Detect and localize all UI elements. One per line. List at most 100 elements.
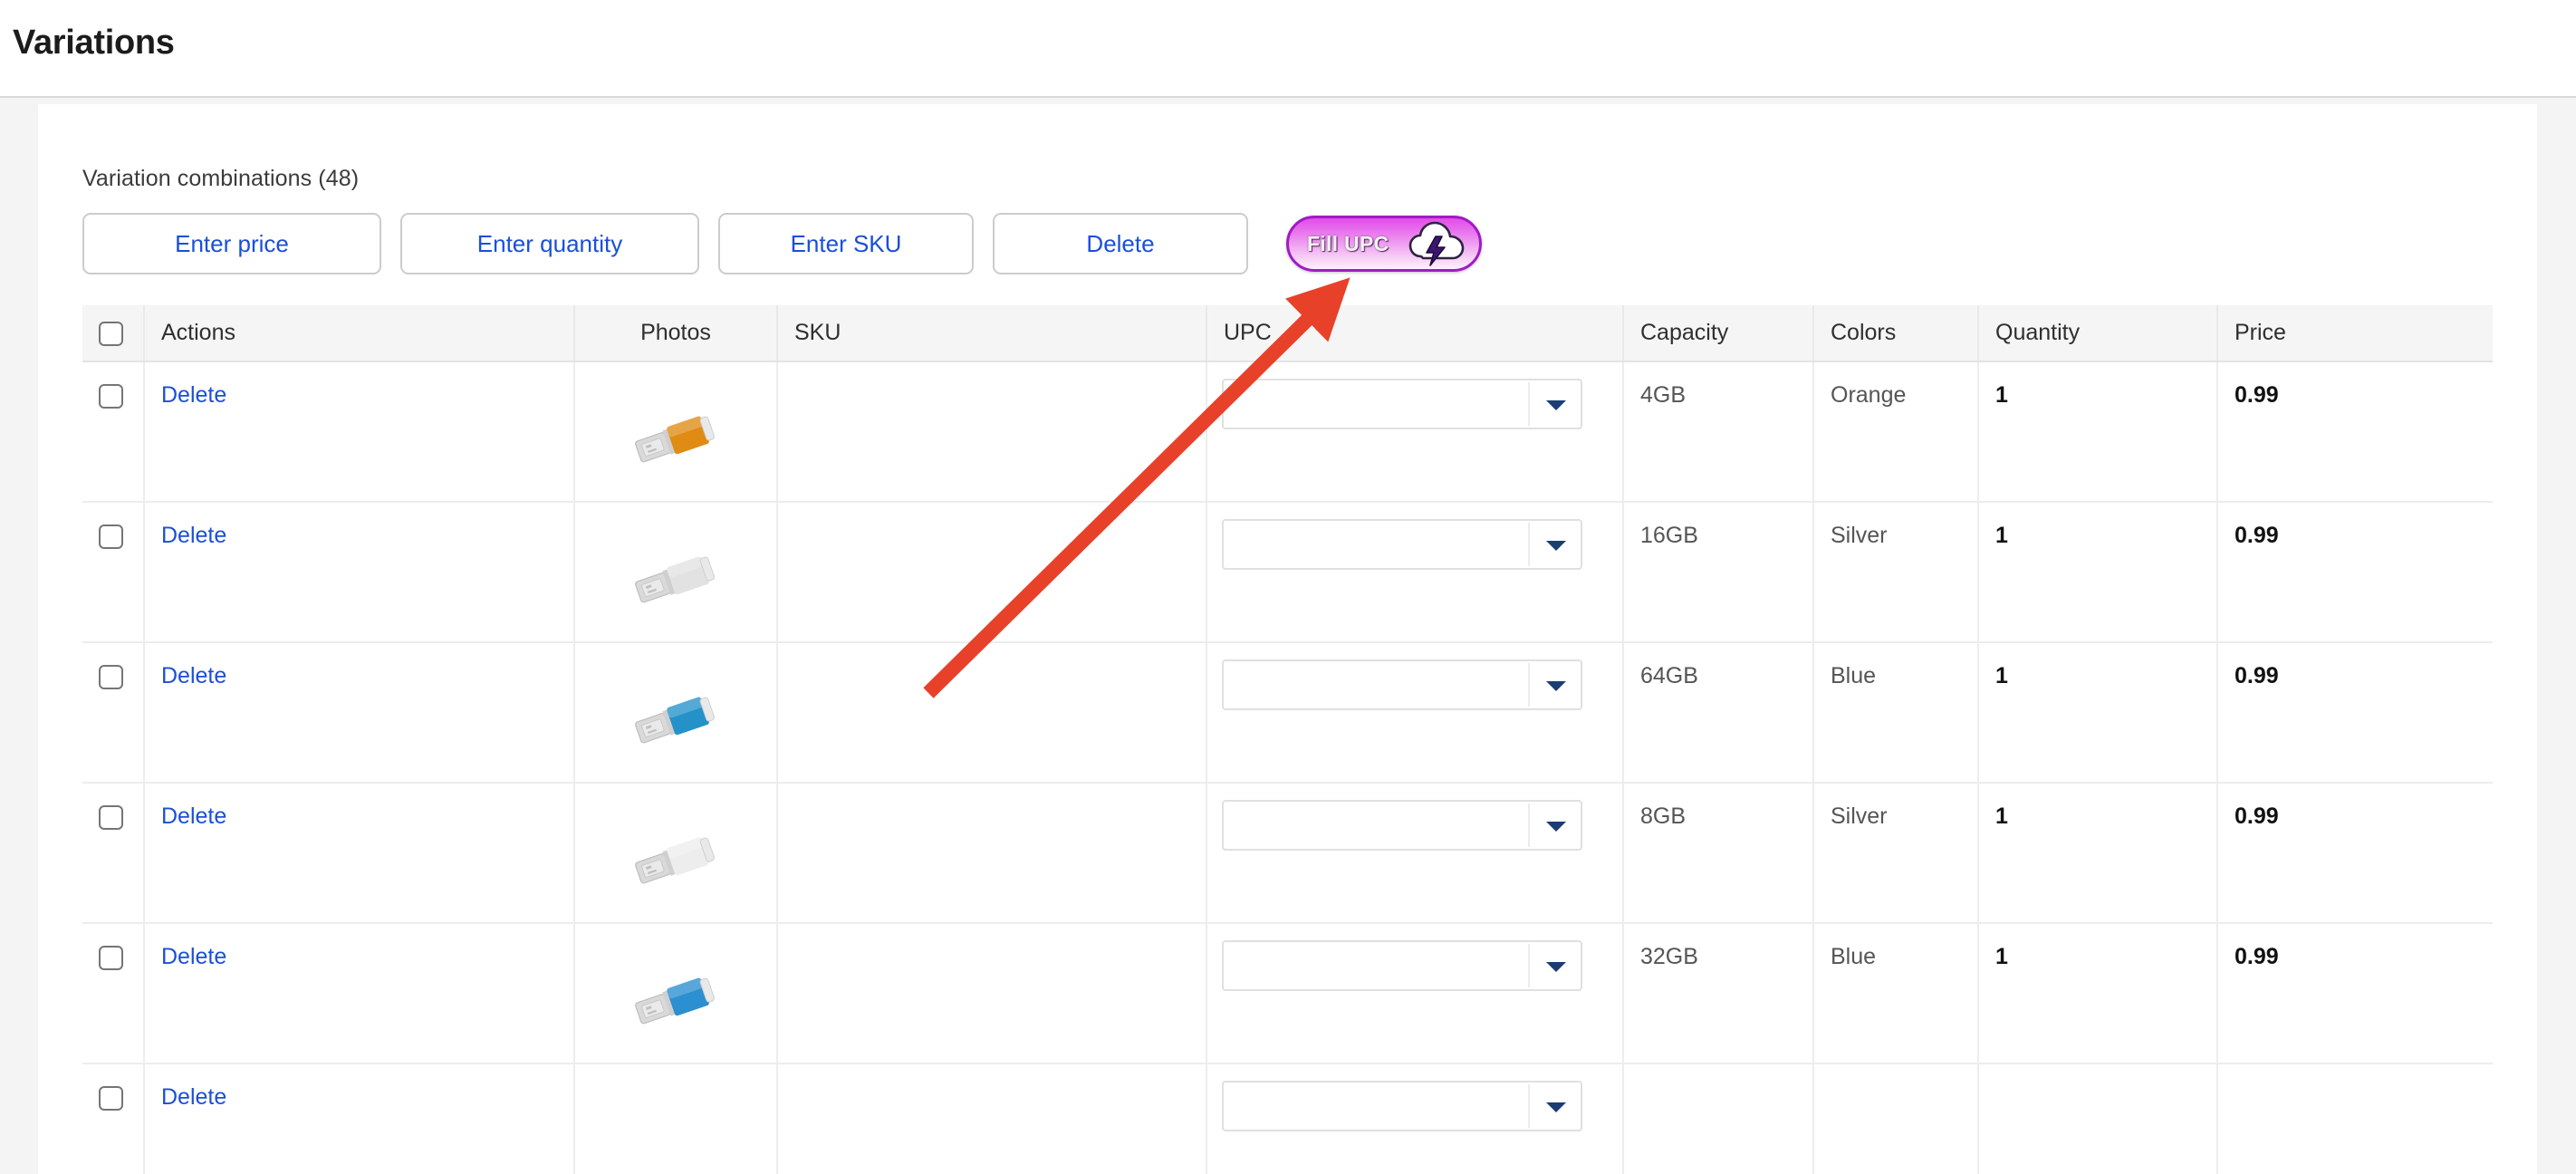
row-photo-cell — [574, 642, 778, 784]
row-price-cell: 0.99 — [2217, 361, 2493, 503]
row-actions-cell: Delete — [144, 783, 575, 924]
row-actions-cell: Delete — [144, 502, 575, 643]
row-photo-cell — [574, 502, 778, 643]
row-actions-cell: Delete — [144, 1063, 575, 1174]
table-row: Delete — [82, 1063, 2493, 1174]
row-select-cell — [82, 923, 145, 1064]
delete-button[interactable]: Delete — [993, 213, 1248, 274]
row-delete-link[interactable]: Delete — [161, 382, 226, 408]
column-header-upc: UPC — [1206, 305, 1624, 362]
row-sku-cell — [777, 1063, 1207, 1174]
select-all-header — [82, 305, 145, 362]
enter-quantity-button[interactable]: Enter quantity — [400, 213, 699, 274]
row-quantity-cell: 1 — [1978, 502, 2218, 643]
page-root: Variations Variation combinations (48) E… — [0, 0, 2576, 1174]
row-capacity-cell: 32GB — [1623, 923, 1814, 1064]
usb-drive-graphic — [635, 416, 716, 463]
usb-flash-drive-blue — [627, 697, 725, 758]
row-select-cell — [82, 642, 145, 784]
table-row: Delete — [82, 361, 2493, 503]
column-header-price: Price — [2217, 305, 2493, 362]
row-checkbox[interactable] — [99, 524, 123, 549]
row-select-cell — [82, 361, 145, 503]
row-checkbox[interactable] — [99, 945, 123, 970]
column-header-actions: Actions — [144, 305, 575, 362]
row-checkbox[interactable] — [99, 804, 123, 830]
row-upc-cell — [1206, 361, 1624, 503]
chevron-down-icon — [1546, 1102, 1566, 1112]
row-sku-cell — [777, 923, 1207, 1064]
upc-divider — [1528, 804, 1530, 847]
upc-dropdown[interactable] — [1222, 659, 1582, 710]
column-header-capacity: Capacity — [1623, 305, 1814, 362]
row-price-cell: 0.99 — [2217, 783, 2493, 924]
chevron-down-icon — [1546, 962, 1566, 972]
upc-dropdown[interactable] — [1222, 940, 1582, 991]
page-title: Variations — [13, 24, 175, 62]
table-body: Delete 4GB Orange 1 0.99 Delete 16GB Sil… — [82, 361, 2493, 1174]
row-photo-cell — [574, 783, 778, 924]
row-quantity-cell — [1978, 1063, 2218, 1174]
table-header-row: Actions Photos SKU UPC Capacity Colors Q… — [82, 305, 2493, 362]
variation-combinations-table: Actions Photos SKU UPC Capacity Colors Q… — [82, 305, 2493, 1174]
row-capacity-cell — [1623, 1063, 1814, 1174]
row-select-cell — [82, 783, 145, 924]
row-capacity-cell: 8GB — [1623, 783, 1814, 924]
upc-dropdown[interactable] — [1222, 1081, 1582, 1131]
row-select-cell — [82, 1063, 145, 1174]
row-checkbox[interactable] — [99, 664, 123, 689]
row-upc-cell — [1206, 923, 1624, 1064]
chevron-down-icon — [1546, 681, 1566, 691]
upc-dropdown[interactable] — [1222, 800, 1582, 851]
column-header-quantity: Quantity — [1978, 305, 2218, 362]
row-delete-link[interactable]: Delete — [161, 944, 226, 969]
chevron-down-icon — [1546, 822, 1566, 832]
fill-upc-label: Fill UPC — [1307, 231, 1389, 255]
row-delete-link[interactable]: Delete — [161, 804, 226, 829]
enter-sku-button[interactable]: Enter SKU — [718, 213, 974, 274]
usb-drive-graphic — [635, 556, 716, 603]
bulk-actions-toolbar: Enter price Enter quantity Enter SKU Del… — [82, 213, 1482, 274]
row-checkbox[interactable] — [99, 383, 123, 409]
row-colors-cell: Blue — [1813, 642, 1979, 784]
usb-flash-drive-silver — [627, 837, 725, 899]
page-header: Variations — [0, 0, 2576, 98]
select-all-checkbox[interactable] — [99, 321, 123, 346]
fill-upc-button[interactable]: Fill UPC — [1286, 216, 1482, 272]
row-colors-cell — [1813, 1063, 1979, 1174]
row-photo-cell — [574, 1063, 778, 1174]
row-quantity-cell: 1 — [1978, 642, 2218, 784]
upc-divider — [1528, 944, 1530, 987]
row-capacity-cell: 64GB — [1623, 642, 1814, 784]
row-actions-cell: Delete — [144, 642, 575, 784]
row-price-cell: 0.99 — [2217, 923, 2493, 1064]
usb-flash-drive-orange — [627, 416, 725, 477]
row-select-cell — [82, 502, 145, 643]
column-header-photos: Photos — [574, 305, 778, 362]
row-upc-cell — [1206, 783, 1624, 924]
row-actions-cell: Delete — [144, 361, 575, 503]
row-checkbox[interactable] — [99, 1085, 123, 1111]
row-colors-cell: Silver — [1813, 783, 1979, 924]
row-sku-cell — [777, 783, 1207, 924]
column-header-colors: Colors — [1813, 305, 1979, 362]
table-row: Delete — [82, 502, 2493, 643]
row-price-cell — [2217, 1063, 2493, 1174]
enter-price-button[interactable]: Enter price — [82, 213, 381, 274]
row-colors-cell: Silver — [1813, 502, 1979, 643]
row-delete-link[interactable]: Delete — [161, 523, 226, 548]
row-price-cell: 0.99 — [2217, 642, 2493, 784]
upc-dropdown[interactable] — [1222, 519, 1582, 570]
row-colors-cell: Orange — [1813, 361, 1979, 503]
row-sku-cell — [777, 642, 1207, 784]
upc-divider — [1528, 523, 1530, 566]
row-capacity-cell: 16GB — [1623, 502, 1814, 643]
row-delete-link[interactable]: Delete — [161, 663, 226, 688]
row-quantity-cell: 1 — [1978, 923, 2218, 1064]
upc-dropdown[interactable] — [1222, 379, 1582, 429]
row-upc-cell — [1206, 642, 1624, 784]
row-delete-link[interactable]: Delete — [161, 1084, 226, 1110]
row-photo-cell — [574, 923, 778, 1064]
usb-drive-graphic — [635, 977, 716, 1025]
table-row: Delete — [82, 783, 2493, 924]
